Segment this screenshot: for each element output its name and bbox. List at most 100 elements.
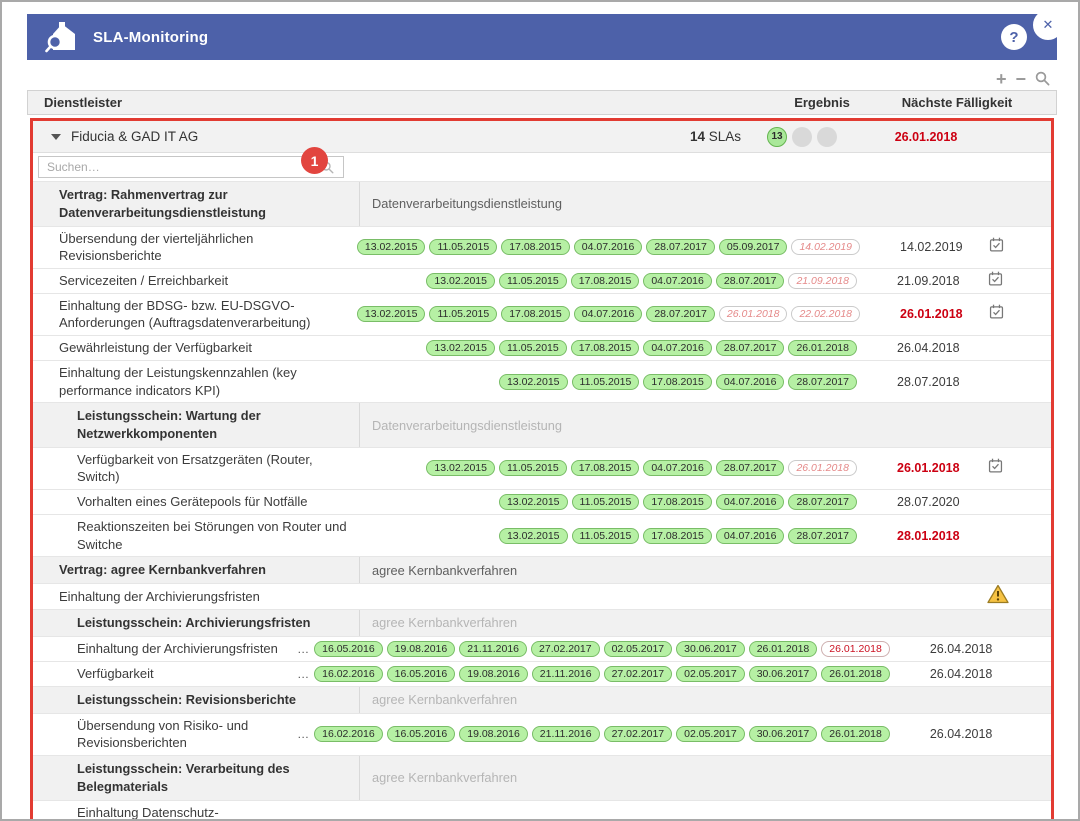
date-pill-ok[interactable]: 13.02.2015 bbox=[426, 340, 495, 356]
sla-row[interactable]: Übersendung von Risiko- und Revisionsber… bbox=[33, 714, 1051, 756]
sla-row[interactable]: Servicezeiten / Erreichbarkeit13.02.2015… bbox=[33, 269, 1051, 294]
date-pill-ok[interactable]: 17.08.2015 bbox=[571, 460, 640, 476]
date-pill-planned[interactable]: 26.01.2018 bbox=[719, 306, 788, 322]
date-pill-ok[interactable]: 17.08.2015 bbox=[501, 239, 570, 255]
date-pill-ok[interactable]: 13.02.2015 bbox=[357, 306, 426, 322]
date-pill-ok[interactable]: 26.01.2018 bbox=[788, 340, 857, 356]
date-pill-ok[interactable]: 16.05.2016 bbox=[314, 641, 383, 657]
date-pill-ok[interactable]: 28.07.2017 bbox=[788, 374, 857, 390]
sla-row[interactable]: Verfügbarkeit von Ersatzgeräten (Router,… bbox=[33, 448, 1051, 490]
sla-row[interactable]: Einhaltung der Leistungskennzahlen (key … bbox=[33, 361, 1051, 403]
date-pill-ok[interactable]: 27.02.2017 bbox=[531, 641, 600, 657]
sla-row[interactable]: Einhaltung der BDSG- bzw. EU-DSGVO-Anfor… bbox=[33, 294, 1051, 336]
date-pill-ok[interactable]: 13.02.2015 bbox=[426, 460, 495, 476]
date-pill-ok[interactable]: 21.11.2016 bbox=[532, 726, 600, 742]
sla-row[interactable]: Einhaltung Datenschutz-Anforderungen bei… bbox=[33, 801, 1051, 821]
date-pill-ok[interactable]: 04.07.2016 bbox=[643, 340, 712, 356]
close-button[interactable]: ✕ bbox=[1033, 10, 1063, 40]
date-pill-ok[interactable]: 17.08.2015 bbox=[643, 494, 712, 510]
date-pill-ok[interactable]: 04.07.2016 bbox=[716, 494, 785, 510]
date-pill-ok[interactable]: 30.06.2017 bbox=[676, 641, 745, 657]
date-pill-ok[interactable]: 28.07.2017 bbox=[716, 273, 785, 289]
date-pill-ok[interactable]: 02.05.2017 bbox=[676, 726, 745, 742]
date-pill-ok[interactable]: 26.01.2018 bbox=[821, 666, 890, 682]
date-pill-ok[interactable]: 19.08.2016 bbox=[459, 726, 528, 742]
next-due-date: 14.02.2019 bbox=[860, 240, 978, 254]
sla-row[interactable]: Einhaltung der Archivierungsfristen…16.0… bbox=[33, 637, 1051, 662]
date-pill-ok[interactable]: 28.07.2017 bbox=[716, 460, 785, 476]
date-pill-ok[interactable]: 27.02.2017 bbox=[604, 666, 673, 682]
date-pill-ok[interactable]: 17.08.2015 bbox=[643, 374, 712, 390]
date-pill-ok[interactable]: 17.08.2015 bbox=[643, 528, 712, 544]
date-pill-ok[interactable]: 21.11.2016 bbox=[459, 641, 527, 657]
date-pill-ok[interactable]: 17.08.2015 bbox=[501, 306, 570, 322]
provider-row-0[interactable]: Fiducia & GAD IT AG14 SLAs1326.01.2018 bbox=[33, 121, 1051, 153]
date-pill-ok[interactable]: 04.07.2016 bbox=[574, 306, 643, 322]
date-pill-planned[interactable]: 26.01.2018 bbox=[788, 460, 857, 476]
date-pill-ok[interactable]: 21.11.2016 bbox=[532, 666, 600, 682]
date-pill-ok[interactable]: 19.08.2016 bbox=[459, 666, 528, 682]
date-pill-ok[interactable]: 04.07.2016 bbox=[574, 239, 643, 255]
contract-header-row: Leistungsschein: Verarbeitung des Belegm… bbox=[33, 756, 1051, 801]
date-pill-ok[interactable]: 11.05.2015 bbox=[499, 273, 567, 289]
sla-row[interactable]: Übersendung der vierteljährlichen Revisi… bbox=[33, 227, 1051, 269]
date-pill-ok[interactable]: 17.08.2015 bbox=[571, 273, 640, 289]
next-due-date: 26.01.2018 bbox=[851, 130, 1001, 144]
sla-row[interactable]: Verfügbarkeit…16.02.201616.05.201619.08.… bbox=[33, 662, 1051, 687]
date-pill-ok[interactable]: 13.02.2015 bbox=[499, 528, 568, 544]
date-pill-ok[interactable]: 28.07.2017 bbox=[788, 528, 857, 544]
date-pill-ok[interactable]: 30.06.2017 bbox=[749, 726, 818, 742]
zoom-in-button[interactable]: + bbox=[996, 72, 1007, 86]
date-pill-ok[interactable]: 13.02.2015 bbox=[357, 239, 426, 255]
date-pill-ok[interactable]: 11.05.2015 bbox=[572, 494, 640, 510]
date-pill-ok[interactable]: 16.02.2016 bbox=[314, 726, 383, 742]
date-pill-ok[interactable]: 11.05.2015 bbox=[429, 306, 497, 322]
date-pill-ok[interactable]: 04.07.2016 bbox=[643, 273, 712, 289]
calendar-check-icon[interactable] bbox=[988, 236, 1005, 258]
sla-row[interactable]: Reaktionszeiten bei Störungen von Router… bbox=[33, 515, 1051, 557]
date-pill-planned[interactable]: 14.02.2019 bbox=[791, 239, 860, 255]
magnifier-icon[interactable] bbox=[1035, 71, 1050, 86]
contract-name: Leistungsschein: Verarbeitung des Belegm… bbox=[33, 756, 359, 800]
date-pill-ok[interactable]: 19.08.2016 bbox=[387, 641, 456, 657]
date-pill-ok[interactable]: 11.05.2015 bbox=[429, 239, 497, 255]
date-pill-ok[interactable]: 11.05.2015 bbox=[499, 460, 567, 476]
sla-row[interactable]: Einhaltung der Archivierungsfristen bbox=[33, 584, 1051, 610]
date-pill-ok[interactable]: 05.09.2017 bbox=[719, 239, 788, 255]
date-pill-planned[interactable]: 21.09.2018 bbox=[788, 273, 857, 289]
date-pill-ok[interactable]: 11.05.2015 bbox=[499, 340, 567, 356]
sla-name: Einhaltung Datenschutz-Anforderungen bei… bbox=[33, 801, 294, 821]
help-button[interactable]: ? bbox=[1001, 24, 1027, 50]
date-pill-ok[interactable]: 04.07.2016 bbox=[716, 374, 785, 390]
date-pill-ok[interactable]: 13.02.2015 bbox=[499, 374, 568, 390]
calendar-check-icon[interactable] bbox=[988, 303, 1005, 325]
date-pill-ok[interactable]: 27.02.2017 bbox=[604, 726, 673, 742]
calendar-check-icon[interactable] bbox=[987, 270, 1004, 292]
date-pill-ok[interactable]: 16.02.2016 bbox=[314, 666, 383, 682]
zoom-out-button[interactable]: − bbox=[1015, 72, 1026, 86]
date-pill-ok[interactable]: 28.07.2017 bbox=[716, 340, 785, 356]
date-pill-ok[interactable]: 26.01.2018 bbox=[749, 641, 818, 657]
date-pill-ok[interactable]: 28.07.2017 bbox=[646, 239, 715, 255]
date-pill-ok[interactable]: 04.07.2016 bbox=[643, 460, 712, 476]
date-pill-ok[interactable]: 16.05.2016 bbox=[387, 726, 456, 742]
date-pill-ok[interactable]: 30.06.2017 bbox=[749, 666, 818, 682]
date-pill-ok[interactable]: 28.07.2017 bbox=[646, 306, 715, 322]
date-pill-ok[interactable]: 13.02.2015 bbox=[499, 494, 568, 510]
date-pill-overdue[interactable]: 26.01.2018 bbox=[821, 641, 890, 657]
date-pill-ok[interactable]: 16.05.2016 bbox=[387, 666, 456, 682]
sla-row[interactable]: Vorhalten eines Gerätepools für Notfälle… bbox=[33, 490, 1051, 515]
calendar-check-icon[interactable] bbox=[987, 457, 1004, 479]
date-pill-ok[interactable]: 02.05.2017 bbox=[604, 641, 673, 657]
date-pill-ok[interactable]: 13.02.2015 bbox=[426, 273, 495, 289]
date-pill-ok[interactable]: 26.01.2018 bbox=[821, 726, 890, 742]
date-pill-ok[interactable]: 11.05.2015 bbox=[572, 528, 640, 544]
date-pill-ok[interactable]: 04.07.2016 bbox=[716, 528, 785, 544]
date-pill-ok[interactable]: 02.05.2017 bbox=[676, 666, 745, 682]
search-input[interactable] bbox=[38, 156, 344, 178]
date-pill-ok[interactable]: 17.08.2015 bbox=[571, 340, 640, 356]
date-pill-planned[interactable]: 22.02.2018 bbox=[791, 306, 860, 322]
date-pill-ok[interactable]: 28.07.2017 bbox=[788, 494, 857, 510]
date-pill-ok[interactable]: 11.05.2015 bbox=[572, 374, 640, 390]
sla-row[interactable]: Gewährleistung der Verfügbarkeit13.02.20… bbox=[33, 336, 1051, 361]
